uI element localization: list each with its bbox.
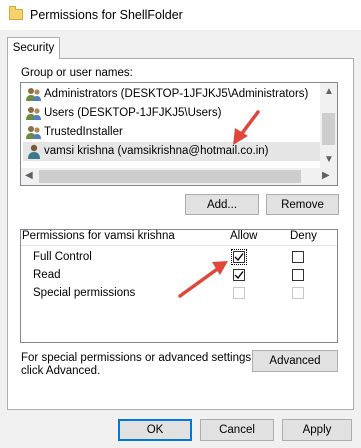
checkmark-icon [234,253,244,262]
scroll-right-arrow-icon[interactable]: ▶ [322,171,330,181]
user-icon [28,144,40,159]
scrollbar-thumb[interactable] [39,170,301,183]
scroll-left-arrow-icon[interactable]: ◀ [25,171,33,181]
permissions-list [20,229,338,343]
user-group-icon [26,107,41,120]
apply-button[interactable]: Apply [282,419,352,441]
folder-icon [9,6,23,20]
group-or-user-names-label: Group or user names: [21,67,133,79]
user-name: Users (DESKTOP-1JFJKJ5\Users) [44,107,222,119]
full-control-allow-checkbox[interactable] [231,249,247,265]
vertical-scrollbar[interactable]: ▲ ▼ [320,83,337,168]
horizontal-scrollbar[interactable]: ◀ ▶ [21,168,337,185]
user-name: TrustedInstaller [44,126,123,138]
title-bar: Permissions for ShellFolder [0,0,361,30]
scroll-down-arrow-icon[interactable]: ▼ [324,155,334,165]
user-list[interactable]: Administrators (DESKTOP-1JFJKJ5\Administ… [20,82,338,186]
user-name: vamsi krishna (vamsikrishna@hotmail.co.i… [44,145,269,157]
read-deny-checkbox[interactable] [292,269,304,281]
advanced-help-text-line2: click Advanced. [21,365,101,377]
permission-name: Full Control [33,251,92,263]
user-group-icon [26,88,41,101]
allow-column-header: Allow [230,230,258,242]
list-item-selected[interactable]: vamsi krishna (vamsikrishna@hotmail.co.i… [23,142,321,161]
window-title: Permissions for ShellFolder [30,8,183,22]
cancel-button[interactable]: Cancel [200,419,274,441]
remove-button[interactable]: Remove [266,194,339,215]
permissions-header-label: Permissions for vamsi krishna [22,230,175,242]
add-button[interactable]: Add... [185,194,259,215]
advanced-button[interactable]: Advanced [252,350,338,372]
scrollbar-thumb[interactable] [322,113,335,145]
deny-column-header: Deny [290,230,317,242]
scroll-up-arrow-icon[interactable]: ▲ [324,87,334,97]
checkmark-icon [234,271,244,280]
list-item[interactable]: Users (DESKTOP-1JFJKJ5\Users) [23,104,321,123]
read-allow-checkbox[interactable] [233,269,245,281]
user-name: Administrators (DESKTOP-1JFJKJ5\Administ… [44,88,309,100]
permission-name: Read [33,269,61,281]
user-group-icon [26,126,41,139]
permission-name: Special permissions [33,287,136,299]
special-permissions-allow-checkbox [233,287,245,299]
list-item[interactable]: TrustedInstaller [23,123,321,142]
list-item[interactable]: Administrators (DESKTOP-1JFJKJ5\Administ… [23,85,321,104]
special-permissions-deny-checkbox [292,287,304,299]
advanced-help-text-line1: For special permissions or advanced sett… [21,352,255,364]
ok-button[interactable]: OK [118,419,192,441]
full-control-deny-checkbox[interactable] [292,251,304,263]
tab-security[interactable]: Security [7,37,60,59]
